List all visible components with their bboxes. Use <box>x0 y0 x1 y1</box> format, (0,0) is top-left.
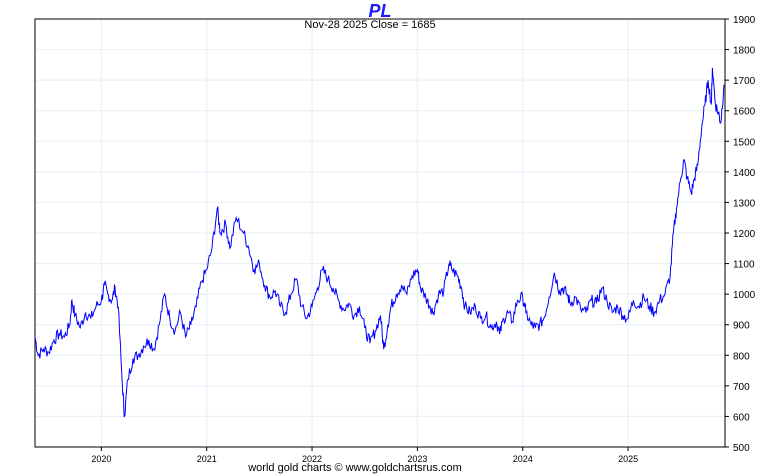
y-tick-label: 1000 <box>733 290 756 301</box>
y-tick-label: 1600 <box>733 107 756 118</box>
y-tick-label: 1400 <box>733 168 756 179</box>
y-tick-label: 800 <box>733 351 750 362</box>
y-tick-label: 600 <box>733 412 750 423</box>
y-tick-label: 1200 <box>733 229 756 240</box>
y-tick-label: 1900 <box>733 15 756 26</box>
y-tick-label: 700 <box>733 382 750 393</box>
price-line <box>34 67 725 418</box>
y-tick-label: 1500 <box>733 137 756 148</box>
chart: PL Nov-28 2025 Close = 1685 500 600 700 800… <box>0 0 760 475</box>
y-tick-label: 1100 <box>733 260 755 271</box>
y-tick-label: 500 <box>733 443 750 454</box>
chart-footer: world gold charts © www.goldchartsrus.co… <box>248 462 462 474</box>
y-tick-label: 900 <box>733 321 750 332</box>
y-tick-label: 1800 <box>733 46 756 57</box>
plot-area: 500 600 700 800 900 1000 1100 1200 1300 1400 1500 1… <box>34 15 756 464</box>
y-tick-label: 1300 <box>733 198 756 209</box>
y-tick-label: 1700 <box>733 76 756 87</box>
